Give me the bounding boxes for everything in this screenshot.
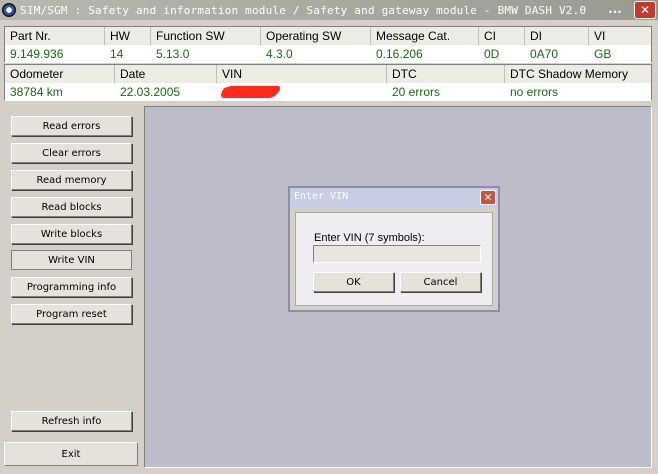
- window-title: SIM/SGM : Safety and information module …: [20, 3, 587, 17]
- value-operating-sw: 4.3.0: [266, 47, 293, 61]
- vehicle-info-table: Odometer Date VIN DTC DTC Shadow Memory …: [4, 64, 652, 101]
- value-hw: 14: [110, 47, 124, 61]
- program-reset-button[interactable]: Program reset: [11, 304, 132, 324]
- module-info-value-row: 9.149.936 14 5.13.0 4.3.0 0.16.206 0D 0A…: [5, 45, 651, 63]
- module-info-table: Part Nr. HW Function SW Operating SW Mes…: [4, 26, 652, 63]
- dialog-body: Enter VIN (7 symbols): OK Cancel: [295, 212, 493, 306]
- value-vin: [217, 83, 387, 101]
- value-dtc-shadow-memory: no errors: [510, 85, 559, 99]
- read-errors-button[interactable]: Read errors: [11, 116, 132, 136]
- exit-button[interactable]: Exit: [4, 442, 138, 466]
- module-info-header-row: Part Nr. HW Function SW Operating SW Mes…: [5, 27, 651, 45]
- header-message-cat: Message Cat.: [371, 27, 479, 45]
- header-vi: VI: [594, 29, 606, 43]
- write-blocks-button[interactable]: Write blocks: [11, 224, 132, 244]
- value-function-sw: 5.13.0: [156, 47, 190, 61]
- enter-vin-dialog: Enter VIN ✕ Enter VIN (7 symbols): OK Ca…: [288, 186, 500, 312]
- bmw-logo-icon: [2, 3, 16, 17]
- action-panel: Read errors Clear errors Read memory Rea…: [4, 106, 138, 468]
- value-message-cat: 0.16.206: [376, 47, 423, 61]
- ok-button[interactable]: OK: [313, 272, 394, 292]
- read-memory-button[interactable]: Read memory: [11, 170, 132, 190]
- title-bar: SIM/SGM : Safety and information module …: [0, 0, 658, 20]
- header-vin: VIN: [217, 65, 387, 83]
- header-hw: HW: [105, 27, 151, 45]
- vehicle-info-value-row: 38784 km 22.03.2005 20 errors no errors: [5, 83, 651, 101]
- value-vi: GB: [594, 47, 612, 61]
- value-ci: 0D: [484, 47, 500, 61]
- refresh-info-button[interactable]: Refresh info: [11, 411, 132, 431]
- header-dtc-shadow-memory: DTC Shadow Memory: [510, 67, 629, 81]
- value-odometer: 38784 km: [10, 85, 63, 99]
- header-odometer: Odometer: [5, 65, 115, 83]
- dialog-title-bar: Enter VIN ✕: [290, 188, 498, 208]
- header-ci: CI: [479, 27, 525, 45]
- value-dtc: 20 errors: [392, 85, 441, 99]
- value-di: 0A70: [530, 47, 559, 61]
- dialog-close-button[interactable]: ✕: [480, 190, 496, 205]
- read-blocks-button[interactable]: Read blocks: [11, 197, 132, 217]
- header-date: Date: [115, 65, 217, 83]
- value-date: 22.03.2005: [120, 85, 181, 99]
- header-function-sw: Function SW: [151, 27, 261, 45]
- close-button[interactable]: ✕: [634, 1, 656, 19]
- dialog-title: Enter VIN: [294, 191, 349, 202]
- value-part-nr: 9.149.936: [10, 47, 64, 61]
- header-operating-sw: Operating SW: [261, 27, 371, 45]
- programming-info-button[interactable]: Programming info: [11, 277, 132, 297]
- header-dtc: DTC: [387, 65, 505, 83]
- clear-errors-button[interactable]: Clear errors: [11, 143, 132, 163]
- vin-redaction-mark: [222, 87, 278, 97]
- header-di: DI: [525, 27, 589, 45]
- header-part-nr: Part Nr.: [5, 27, 105, 45]
- vehicle-info-header-row: Odometer Date VIN DTC DTC Shadow Memory: [5, 65, 651, 83]
- vin-prompt-label: Enter VIN (7 symbols):: [314, 232, 425, 244]
- vin-input[interactable]: [313, 245, 481, 263]
- write-vin-button[interactable]: Write VIN: [11, 250, 132, 270]
- cancel-button[interactable]: Cancel: [400, 272, 481, 292]
- minimize-button[interactable]: ...: [604, 1, 626, 19]
